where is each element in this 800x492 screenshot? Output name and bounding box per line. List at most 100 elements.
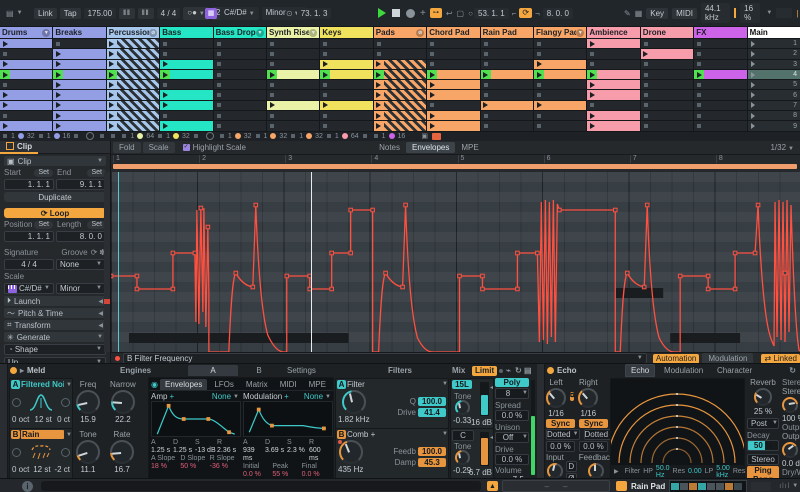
groove-pool-icon[interactable]: ⟳ (91, 248, 98, 257)
meld-tab-b[interactable]: B (234, 365, 284, 376)
voice-count-menu[interactable]: 8 (496, 389, 520, 398)
clip-launch-button[interactable] (427, 90, 438, 100)
engine-a-narrow-knob[interactable]: Narrow 22.2 (110, 380, 136, 424)
envelope-breakpoint[interactable] (192, 250, 198, 256)
envelope-breakpoint[interactable] (198, 205, 204, 211)
mix-a-level-fader[interactable] (480, 382, 489, 416)
subtab-midi[interactable]: MIDI (275, 379, 302, 390)
clip-slot-empty[interactable] (694, 111, 747, 121)
envelope-breakpoint[interactable] (732, 250, 738, 256)
clip-slot[interactable] (106, 59, 160, 69)
clip-launch-button[interactable] (53, 111, 64, 121)
clip-slot-empty[interactable] (480, 90, 533, 100)
save-preset-icon[interactable]: ▤ (524, 366, 532, 375)
clip-slot-empty[interactable] (640, 111, 694, 121)
track-header-synth-riser[interactable]: Synth Riser ▼ (267, 27, 320, 38)
clip-launch-button[interactable] (534, 59, 544, 69)
loop-button[interactable]: ⟳ Loop (4, 208, 106, 218)
clip-launch-button[interactable] (53, 80, 64, 90)
echo-left-sync-button[interactable]: Sync (546, 419, 575, 428)
engine-a-type-menu[interactable]: Filtered Noise (21, 380, 64, 389)
clip-launch-button[interactable] (53, 100, 64, 111)
clip-slot[interactable] (320, 100, 373, 111)
clip-slot-empty[interactable] (427, 49, 480, 59)
envelope-breakpoint[interactable] (705, 273, 711, 279)
clip-slot-empty[interactable] (640, 80, 694, 90)
stop-all-clips-button[interactable]: ▣ (421, 132, 428, 140)
clip-slot[interactable] (106, 39, 160, 49)
envelope-breakpoint[interactable] (329, 250, 334, 256)
clip-launch-button[interactable] (373, 59, 384, 69)
scene-slot-6[interactable]: 6 (747, 90, 800, 100)
filter-a-drive-field[interactable]: 41.4 (418, 408, 446, 417)
set-position-button[interactable]: Set (34, 220, 53, 229)
clip-launch-button[interactable] (373, 111, 384, 121)
clip-playing-button[interactable] (0, 69, 10, 80)
echo-title-bar[interactable]: Echo Echo Modulation Character ↻ (547, 364, 800, 377)
clip-slot-empty[interactable] (480, 80, 533, 90)
chevron-down-icon[interactable]: ▼ (792, 483, 798, 489)
clip-launch-button[interactable] (53, 90, 64, 100)
clip-slot-empty[interactable] (694, 49, 747, 59)
meld-tab-a[interactable]: A (188, 365, 238, 376)
clip-playing-button[interactable] (534, 69, 544, 80)
track-header-bass[interactable]: Bass (160, 27, 213, 38)
draw-mode-icon[interactable]: ✎ (624, 9, 631, 18)
clip-stop-button[interactable] (122, 134, 127, 139)
loop-brace[interactable] (113, 164, 797, 169)
capture-midi-icon[interactable]: ○ (468, 9, 473, 18)
clip-launch-button[interactable] (53, 49, 64, 59)
clip-slot[interactable] (267, 69, 320, 80)
track-header-bass-drop[interactable]: Bass Drop ▼ (213, 27, 266, 38)
envelope-breakpoint[interactable] (752, 250, 758, 256)
clip-slot-empty[interactable] (267, 59, 320, 69)
clip-slot-empty[interactable] (160, 80, 213, 90)
clip-launch-button[interactable] (587, 90, 598, 100)
clip-launch-button[interactable] (587, 39, 598, 49)
clip-slot[interactable] (320, 59, 373, 69)
tap-tempo-button[interactable]: Tap (59, 7, 81, 19)
clip-slot[interactable] (106, 111, 160, 121)
clip-playing-button[interactable] (694, 69, 705, 80)
engine-b-semi-field[interactable]: 12 st (33, 465, 50, 474)
echo-drive-toggle[interactable]: D (565, 461, 577, 472)
envelope-breakpoint[interactable] (782, 270, 788, 276)
track-header-main[interactable]: Main (747, 27, 800, 38)
track-header-keys[interactable]: Keys (320, 27, 373, 38)
clip-stop-button[interactable] (362, 134, 367, 139)
filter-b-freq-knob[interactable]: 435 Hz (338, 440, 363, 474)
clip-stop-button[interactable] (3, 134, 7, 139)
highlight-scale-checkbox[interactable]: ✓ (182, 144, 190, 151)
env-param[interactable]: A Slope 18 % (151, 455, 180, 471)
echo-on-led[interactable] (547, 367, 554, 374)
envelope-breakpoint[interactable] (134, 286, 140, 292)
clip-slot-empty[interactable] (640, 90, 694, 100)
clip-slot[interactable] (373, 111, 427, 121)
clip-scale-root-menu[interactable]: C#/D# ▼ (4, 283, 54, 294)
clip-slot[interactable] (587, 90, 640, 100)
scene-slot-7[interactable]: 7 (747, 100, 800, 111)
echo-hp-res-field[interactable]: 0.00 (688, 468, 702, 475)
clip-launch-button[interactable] (53, 59, 64, 69)
echo-tab-modulation[interactable]: Modulation (659, 365, 708, 376)
track-status-chord-pad[interactable]: 1 32 (216, 131, 252, 141)
clip-slot-empty[interactable] (320, 111, 373, 121)
echo-left-time-knob[interactable]: Left 1/16 (546, 378, 566, 418)
clip-slot-empty[interactable] (213, 69, 266, 80)
clip-slot-empty[interactable] (320, 121, 373, 131)
clip-slot-empty[interactable] (373, 39, 427, 49)
envelope-breakpoint[interactable] (253, 202, 259, 208)
envelope-breakpoint[interactable] (624, 270, 630, 276)
clip-slot-empty[interactable] (213, 121, 266, 131)
clip-slot[interactable] (587, 80, 640, 90)
clip-slot-empty[interactable] (267, 121, 320, 131)
clip-launch-button[interactable] (0, 121, 10, 131)
envelope-breakpoint[interactable] (755, 202, 761, 208)
clip-slot-empty[interactable] (160, 39, 213, 49)
clip-slot[interactable] (427, 111, 480, 121)
echo-hp-field[interactable]: 50.0 Hz (656, 465, 670, 479)
clip-slot[interactable] (427, 90, 480, 100)
echo-device-handle[interactable] (537, 364, 545, 478)
clip-launch-button[interactable] (427, 80, 438, 90)
clip-launch-button[interactable] (160, 100, 171, 111)
